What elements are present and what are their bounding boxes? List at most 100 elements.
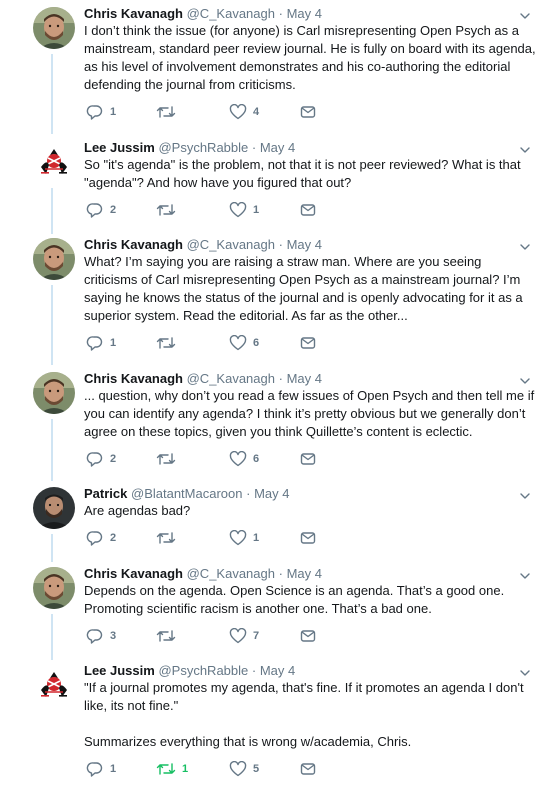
retweet-button[interactable] xyxy=(156,628,182,644)
author-handle[interactable]: @C_Kavanagh xyxy=(187,6,275,21)
tweet[interactable]: Chris Kavanagh @C_Kavanagh · May 4 What?… xyxy=(0,237,545,365)
avatar[interactable] xyxy=(33,238,75,280)
envelope-icon xyxy=(300,203,316,217)
author-handle[interactable]: @C_Kavanagh xyxy=(187,371,275,386)
avatar[interactable] xyxy=(33,141,75,183)
like-button[interactable]: 1 xyxy=(229,530,259,546)
author-name[interactable]: Lee Jussim xyxy=(84,140,155,155)
reply-count: 2 xyxy=(110,532,117,544)
avatar[interactable] xyxy=(33,487,75,529)
direct-message-button[interactable] xyxy=(300,203,316,217)
avatar[interactable] xyxy=(33,664,75,706)
retweet-button[interactable] xyxy=(156,202,182,218)
reply-count: 1 xyxy=(110,106,117,118)
reply-icon xyxy=(86,628,104,644)
like-button[interactable]: 1 xyxy=(229,202,259,218)
retweet-button[interactable] xyxy=(156,451,182,467)
tweet[interactable]: Chris Kavanagh @C_Kavanagh · May 4 Depen… xyxy=(0,566,545,660)
avatar[interactable] xyxy=(33,7,75,49)
reply-icon xyxy=(86,530,104,546)
chevron-down-icon[interactable] xyxy=(519,373,531,384)
like-count: 6 xyxy=(253,337,260,349)
reply-button[interactable]: 2 xyxy=(86,530,116,546)
retweet-icon xyxy=(156,335,176,351)
separator: · xyxy=(278,237,283,252)
retweet-icon xyxy=(156,104,176,120)
tweet-actions: 21 xyxy=(84,530,344,550)
reply-count: 2 xyxy=(110,453,117,465)
reply-button[interactable]: 2 xyxy=(86,202,116,218)
chevron-down-icon[interactable] xyxy=(519,665,531,676)
avatar[interactable] xyxy=(33,567,75,609)
direct-message-button[interactable] xyxy=(300,629,316,643)
like-button[interactable]: 6 xyxy=(229,335,259,351)
tweet[interactable]: Lee Jussim @PsychRabble · May 4 So "it's… xyxy=(0,140,545,234)
tweet-header: Chris Kavanagh @C_Kavanagh · May 4 xyxy=(84,237,322,252)
direct-message-button[interactable] xyxy=(300,336,316,350)
author-handle[interactable]: @C_Kavanagh xyxy=(187,237,275,252)
heart-icon xyxy=(229,761,247,777)
author-handle[interactable]: @PsychRabble xyxy=(158,663,248,678)
tweet-date[interactable]: May 4 xyxy=(287,566,322,581)
tweet-date[interactable]: May 4 xyxy=(287,6,322,21)
tweet-date[interactable]: May 4 xyxy=(287,237,322,252)
direct-message-button[interactable] xyxy=(300,531,316,545)
tweet-actions: 1 1 5 xyxy=(84,761,344,781)
author-handle[interactable]: @PsychRabble xyxy=(158,140,248,155)
retweet-button[interactable] xyxy=(156,104,182,120)
tweet-header: Chris Kavanagh @C_Kavanagh · May 4 xyxy=(84,371,322,386)
direct-message-button[interactable] xyxy=(300,452,316,466)
like-count: 6 xyxy=(253,453,260,465)
chevron-down-icon[interactable] xyxy=(519,488,531,499)
reply-button[interactable]: 1 xyxy=(86,761,116,777)
retweet-button[interactable]: 1 xyxy=(156,761,188,777)
tweet[interactable]: Chris Kavanagh @C_Kavanagh · May 4 ... q… xyxy=(0,371,545,481)
avatar[interactable] xyxy=(33,372,75,414)
like-button[interactable]: 7 xyxy=(229,628,259,644)
like-count: 1 xyxy=(253,204,260,216)
direct-message-button[interactable] xyxy=(300,105,316,119)
retweet-button[interactable] xyxy=(156,530,182,546)
heart-icon xyxy=(229,530,247,546)
reply-button[interactable]: 3 xyxy=(86,628,116,644)
like-button[interactable]: 5 xyxy=(229,761,259,777)
retweet-icon xyxy=(156,530,176,546)
tweet-date[interactable]: May 4 xyxy=(260,140,295,155)
like-count: 5 xyxy=(253,763,260,775)
retweet-icon xyxy=(156,202,176,218)
tweet-date[interactable]: May 4 xyxy=(260,663,295,678)
chevron-down-icon[interactable] xyxy=(519,8,531,19)
like-button[interactable]: 6 xyxy=(229,451,259,467)
tweet-date[interactable]: May 4 xyxy=(254,486,289,501)
like-button[interactable]: 4 xyxy=(229,104,259,120)
tweet-date[interactable]: May 4 xyxy=(287,371,322,386)
author-name[interactable]: Chris Kavanagh xyxy=(84,237,183,252)
author-handle[interactable]: @C_Kavanagh xyxy=(187,566,275,581)
separator: · xyxy=(251,140,257,155)
tweet-header: Lee Jussim @PsychRabble · May 4 xyxy=(84,140,295,155)
envelope-icon xyxy=(300,105,316,119)
reply-count: 1 xyxy=(110,763,117,775)
separator: · xyxy=(278,6,283,21)
chevron-down-icon[interactable] xyxy=(519,239,531,250)
tweet[interactable]: Patrick @BlatantMacaroon · May 4 Are age… xyxy=(0,486,545,562)
author-name[interactable]: Chris Kavanagh xyxy=(84,566,183,581)
retweet-count: 1 xyxy=(182,763,189,775)
retweet-button[interactable] xyxy=(156,335,182,351)
author-name[interactable]: Patrick xyxy=(84,486,127,501)
chevron-down-icon[interactable] xyxy=(519,142,531,153)
author-name[interactable]: Chris Kavanagh xyxy=(84,371,183,386)
author-handle[interactable]: @BlatantMacaroon xyxy=(131,486,242,501)
tweet-header: Chris Kavanagh @C_Kavanagh · May 4 xyxy=(84,566,322,581)
reply-button[interactable]: 2 xyxy=(86,451,116,467)
envelope-icon xyxy=(300,762,316,776)
heart-icon xyxy=(229,628,247,644)
tweet[interactable]: Chris Kavanagh @C_Kavanagh · May 4 I don… xyxy=(0,6,545,134)
reply-button[interactable]: 1 xyxy=(86,335,116,351)
reply-button[interactable]: 1 xyxy=(86,104,116,120)
direct-message-button[interactable] xyxy=(300,762,316,776)
chevron-down-icon[interactable] xyxy=(519,568,531,579)
author-name[interactable]: Lee Jussim xyxy=(84,663,155,678)
author-name[interactable]: Chris Kavanagh xyxy=(84,6,183,21)
tweet[interactable]: Lee Jussim @PsychRabble · May 4 "If a jo… xyxy=(0,663,545,787)
